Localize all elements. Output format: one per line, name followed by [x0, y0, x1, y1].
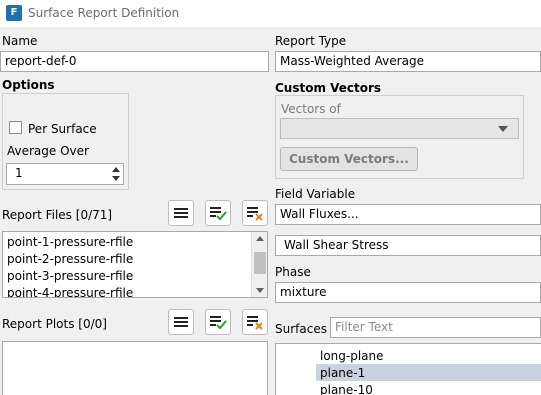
scroll-up-icon[interactable] [256, 236, 264, 241]
report-plots-list[interactable] [2, 341, 268, 395]
title-bar: F Surface Report Definition [0, 0, 541, 27]
surfaces-filter-input[interactable]: Filter Text [330, 317, 541, 338]
deselect-all-icon [247, 316, 263, 330]
report-plots-title: Report Plots [2, 317, 75, 331]
scroll-thumb[interactable] [254, 252, 266, 274]
report-files-title: Report Files [2, 208, 72, 222]
phase-dropdown[interactable]: mixture [275, 282, 541, 303]
vectors-of-dropdown[interactable] [280, 118, 519, 139]
list-item[interactable]: point-2-pressure-rfile [7, 252, 133, 266]
spin-down-icon[interactable] [112, 176, 120, 181]
deselect-all-icon [247, 207, 263, 221]
name-input[interactable]: report-def-0 [0, 51, 269, 72]
list-item[interactable]: long-plane [320, 349, 384, 363]
field-variable-category-dropdown[interactable]: Wall Fluxes... [275, 204, 541, 225]
report-plots-label: Report Plots [0/0] [2, 317, 107, 331]
report-plots-deselect-all-button[interactable] [242, 309, 268, 335]
per-surface-label: Per Surface [28, 122, 97, 136]
vectors-of-label: Vectors of [281, 102, 341, 116]
phase-label: Phase [275, 265, 311, 279]
window-title: Surface Report Definition [28, 6, 180, 20]
average-over-spinner[interactable]: 1 [6, 163, 124, 185]
chevron-down-icon [498, 126, 508, 132]
list-icon [174, 208, 188, 218]
field-variable-label: Field Variable [275, 187, 356, 201]
report-plots-select-all-button[interactable] [205, 309, 231, 335]
options-heading: Options [2, 78, 55, 92]
list-icon [174, 317, 188, 327]
custom-vectors-heading: Custom Vectors [275, 81, 382, 95]
list-item[interactable]: point-4-pressure-rfile [7, 286, 133, 297]
report-files-label: Report Files [0/71] [2, 208, 112, 222]
scroll-down-icon[interactable] [256, 288, 264, 293]
select-all-icon [210, 316, 227, 330]
report-files-scrollbar[interactable] [251, 232, 267, 297]
name-label: Name [2, 34, 38, 48]
report-type-dropdown[interactable]: Mass-Weighted Average [275, 51, 541, 72]
select-all-icon [210, 207, 227, 221]
surfaces-label: Surfaces [275, 322, 327, 336]
report-files-list[interactable]: point-1-pressure-rfile point-2-pressure-… [2, 231, 268, 298]
average-over-label: Average Over [7, 144, 89, 158]
list-item[interactable]: point-3-pressure-rfile [7, 269, 133, 283]
report-files-deselect-all-button[interactable] [242, 200, 268, 226]
list-item[interactable]: point-1-pressure-rfile [7, 235, 133, 249]
surfaces-filter-placeholder: Filter Text [335, 320, 393, 334]
report-files-count: [0/71] [75, 208, 113, 222]
report-plots-count: [0/0] [78, 317, 107, 331]
list-item[interactable]: plane-1 [320, 366, 365, 380]
report-files-list-button[interactable] [168, 200, 194, 226]
custom-vectors-button[interactable]: Custom Vectors... [280, 147, 418, 171]
field-variable-dropdown[interactable]: Wall Shear Stress [275, 235, 541, 256]
average-over-value: 1 [15, 166, 23, 180]
surfaces-list[interactable]: long-plane plane-1 plane-10 [275, 343, 541, 395]
report-files-select-all-button[interactable] [205, 200, 231, 226]
report-plots-list-button[interactable] [168, 309, 194, 335]
fluent-app-icon: F [6, 5, 22, 21]
report-type-label: Report Type [275, 34, 347, 48]
list-item[interactable]: plane-10 [320, 383, 373, 395]
per-surface-checkbox[interactable] [9, 121, 22, 134]
spin-up-icon[interactable] [112, 167, 120, 172]
